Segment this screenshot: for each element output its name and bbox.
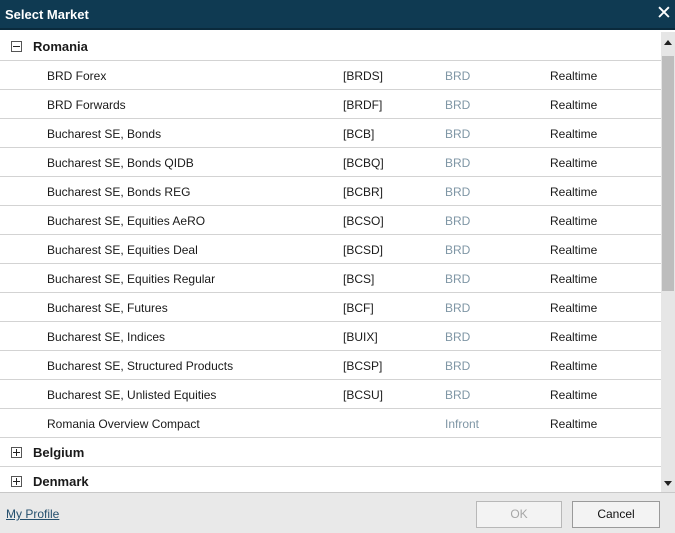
plus-box-icon[interactable] (11, 476, 22, 487)
market-name: BRD Forwards (47, 98, 126, 112)
market-provider: BRD (445, 98, 471, 112)
market-code: [BRDF] (343, 98, 383, 112)
market-row[interactable]: Bucharest SE, Equities AeRO [BCSO] BRD Real… (0, 206, 661, 235)
market-feed: Realtime (550, 214, 598, 228)
market-code: [BCBQ] (343, 156, 384, 170)
market-provider: BRD (445, 388, 471, 402)
my-profile-link[interactable]: My Profile (6, 507, 59, 521)
dialog-titlebar: Select Market ✕ (0, 0, 675, 30)
market-provider: BRD (445, 69, 471, 83)
market-provider: BRD (445, 185, 471, 199)
group-label: Belgium (33, 445, 85, 460)
market-code: [BRDS] (343, 69, 384, 83)
market-list: Romania BRD Forex [BRDS] BRD Realtime BRD For… (0, 32, 661, 492)
market-name: Bucharest SE, Futures (47, 301, 168, 315)
market-code: [BUIX] (343, 330, 378, 344)
market-name: Bucharest SE, Structured Products (47, 359, 234, 373)
market-feed: Realtime (550, 98, 598, 112)
market-row[interactable]: Romania Overview Compact Infront Realtime (0, 409, 661, 438)
market-row[interactable]: Bucharest SE, Bonds [BCB] BRD Realtime (0, 119, 661, 148)
market-name: Bucharest SE, Equities AeRO (47, 214, 206, 228)
group-header-romania[interactable]: Romania (0, 32, 661, 61)
market-feed: Realtime (550, 388, 598, 402)
market-code: [BCSU] (343, 388, 384, 402)
market-name: Bucharest SE, Bonds REG (47, 185, 191, 199)
minus-box-icon[interactable] (11, 41, 22, 52)
group-header-denmark[interactable]: Denmark (0, 467, 661, 492)
market-code: [BCS] (343, 272, 375, 286)
market-feed: Realtime (550, 417, 598, 431)
group-label: Romania (33, 39, 88, 54)
market-feed: Realtime (550, 330, 598, 344)
market-row[interactable]: BRD Forwards [BRDF] BRD Realtime (0, 90, 661, 119)
market-name: Bucharest SE, Bonds (47, 127, 162, 141)
market-row[interactable]: BRD Forex [BRDS] BRD Realtime (0, 61, 661, 90)
market-provider: BRD (445, 359, 471, 373)
ok-button[interactable]: OK (476, 501, 562, 528)
market-provider: BRD (445, 214, 471, 228)
market-provider: BRD (445, 330, 471, 344)
market-code: [BCSP] (343, 359, 383, 373)
market-row[interactable]: Bucharest SE, Structured Products [BCSP] B… (0, 351, 661, 380)
market-name: Bucharest SE, Indices (47, 330, 166, 344)
vertical-scrollbar[interactable] (661, 32, 675, 492)
dialog-footer: My Profile OK Cancel (0, 492, 675, 533)
market-name: BRD Forex (47, 69, 107, 83)
scrollbar-thumb[interactable] (662, 56, 674, 291)
market-feed: Realtime (550, 301, 598, 315)
market-feed: Realtime (550, 243, 598, 257)
market-feed: Realtime (550, 127, 598, 141)
market-provider: BRD (445, 272, 471, 286)
market-row[interactable]: Bucharest SE, Bonds REG [BCBR] BRD Realtime (0, 177, 661, 206)
chevron-up-icon[interactable] (664, 40, 672, 45)
market-feed: Realtime (550, 272, 598, 286)
cancel-button[interactable]: Cancel (572, 501, 660, 528)
market-provider: Infront (445, 417, 480, 431)
market-row[interactable]: Bucharest SE, Equities Deal [BCSD] BRD Real… (0, 235, 661, 264)
market-provider: BRD (445, 156, 471, 170)
close-icon[interactable]: ✕ (655, 3, 673, 25)
market-feed: Realtime (550, 156, 598, 170)
market-name: Romania Overview Compact (47, 417, 200, 431)
chevron-down-icon[interactable] (664, 481, 672, 486)
market-row[interactable]: Bucharest SE, Bonds QIDB [BCBQ] BRD Realtim… (0, 148, 661, 177)
market-row[interactable]: Bucharest SE, Unlisted Equities [BCSU] BRD… (0, 380, 661, 409)
market-code: [BCB] (343, 127, 375, 141)
market-provider: BRD (445, 243, 471, 257)
market-name: Bucharest SE, Equities Deal (47, 243, 198, 257)
market-name: Bucharest SE, Unlisted Equities (47, 388, 217, 402)
group-label: Denmark (33, 474, 89, 489)
market-feed: Realtime (550, 185, 598, 199)
market-code: [BCF] (343, 301, 374, 315)
market-provider: BRD (445, 127, 471, 141)
market-code: [BCSO] (343, 214, 384, 228)
market-name: Bucharest SE, Equities Regular (47, 272, 216, 286)
market-row[interactable]: Bucharest SE, Equities Regular [BCS] BRD Re… (0, 264, 661, 293)
market-feed: Realtime (550, 69, 598, 83)
market-provider: BRD (445, 301, 471, 315)
market-feed: Realtime (550, 359, 598, 373)
dialog-title: Select Market (5, 7, 89, 22)
group-header-belgium[interactable]: Belgium (0, 438, 661, 467)
market-code: [BCSD] (343, 243, 384, 257)
market-row[interactable]: Bucharest SE, Indices [BUIX] BRD Realtime (0, 322, 661, 351)
plus-box-icon[interactable] (11, 447, 22, 458)
market-name: Bucharest SE, Bonds QIDB (47, 156, 194, 170)
market-row[interactable]: Bucharest SE, Futures [BCF] BRD Realtime (0, 293, 661, 322)
market-code: [BCBR] (343, 185, 384, 199)
